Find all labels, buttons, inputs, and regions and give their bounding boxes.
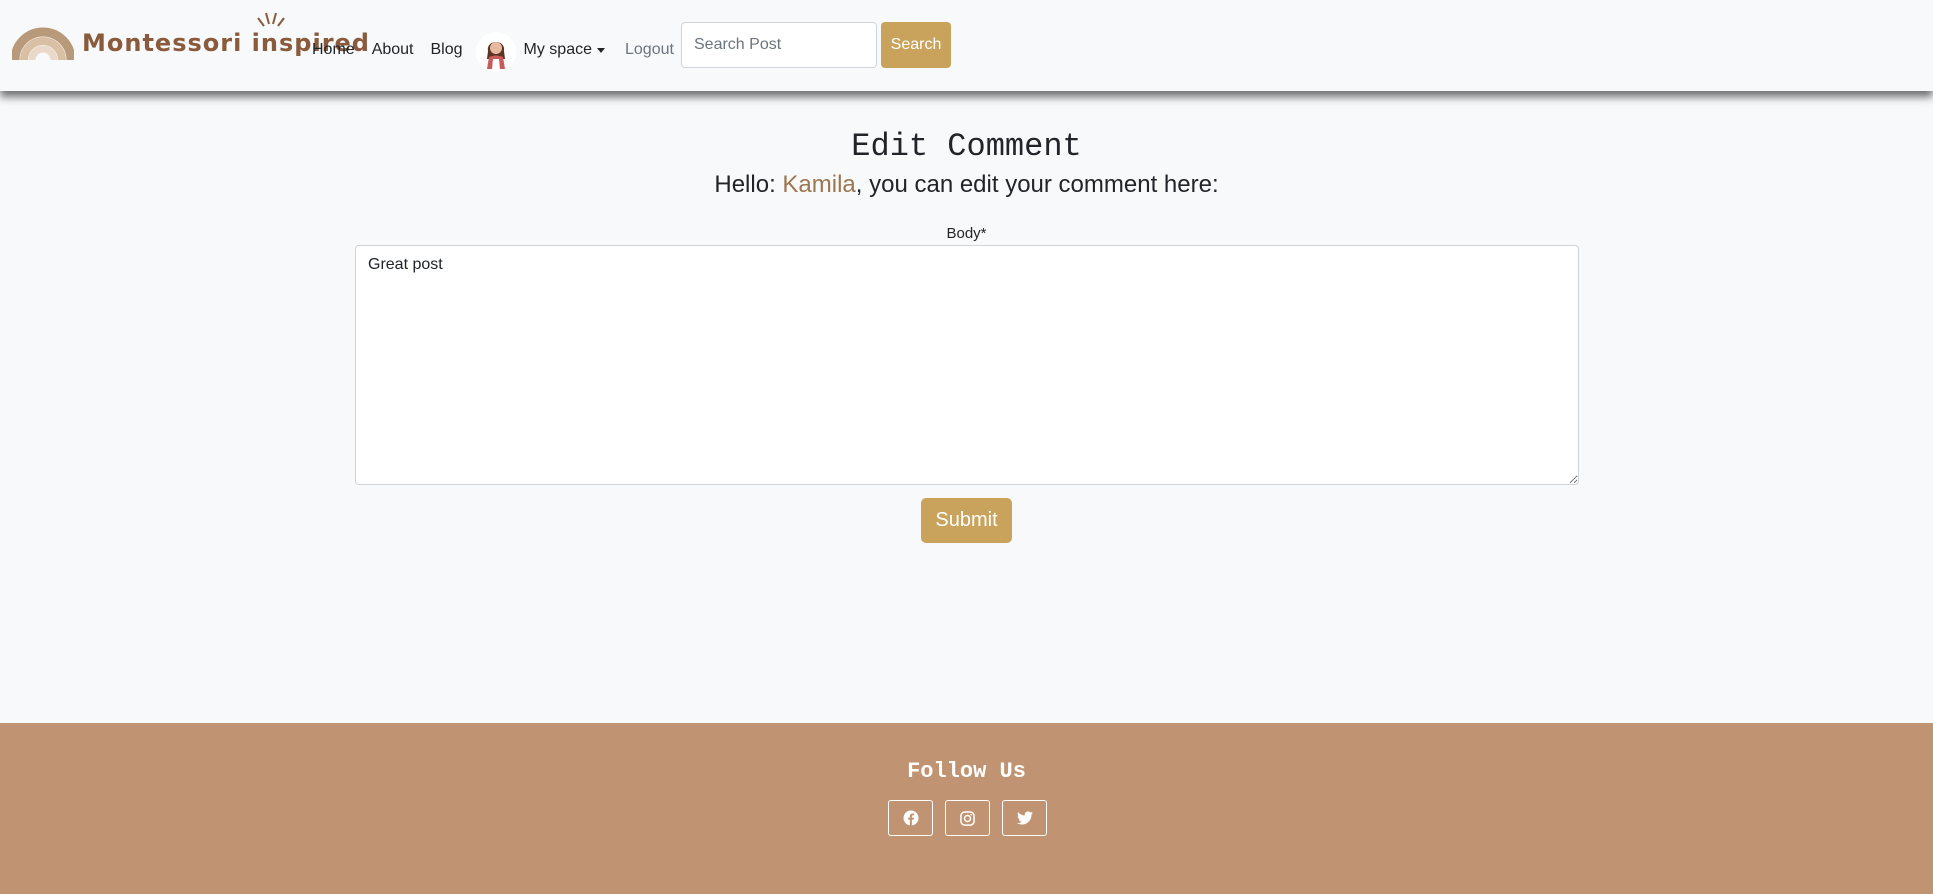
nav-links: Home About Blog My space Logout [312, 30, 674, 72]
social-links [888, 800, 1059, 836]
body-label: Body* [946, 225, 987, 242]
navbar: Montessori inspired Home About Blog My s… [0, 0, 1933, 91]
nav-about-link[interactable]: About [372, 41, 414, 59]
submit-button[interactable]: Submit [921, 498, 1012, 543]
page-title: Edit Comment [851, 128, 1082, 165]
greeting: Hello: Kamila, you can edit your comment… [0, 171, 1933, 199]
logout-link[interactable]: Logout [625, 41, 674, 59]
twitter-button[interactable] [1002, 800, 1047, 836]
search-button[interactable]: Search [881, 22, 951, 68]
instagram-icon [960, 810, 975, 826]
instagram-button[interactable] [945, 800, 990, 836]
rainbow-logo-icon [12, 27, 74, 61]
search-input[interactable] [681, 22, 877, 68]
twitter-icon [1016, 811, 1033, 825]
my-space-dropdown[interactable]: My space [524, 41, 605, 59]
facebook-icon [903, 810, 918, 826]
greeting-prefix: Hello: [714, 171, 783, 198]
comment-body-textarea[interactable]: Great post [355, 245, 1579, 485]
follow-us-title: Follow Us [907, 759, 1026, 784]
caret-down-icon [597, 47, 605, 53]
nav-home-link[interactable]: Home [312, 41, 355, 59]
nav-blog-link[interactable]: Blog [431, 41, 463, 59]
facebook-button[interactable] [888, 800, 933, 836]
greeting-suffix: , you can edit your comment here: [855, 171, 1219, 198]
sun-rays-icon [257, 12, 285, 27]
girl-avatar-icon [486, 42, 505, 69]
footer: Follow Us [0, 723, 1933, 894]
dropdown-label: My space [523, 41, 592, 58]
user-avatar [475, 32, 516, 72]
username: Kamila [782, 171, 856, 198]
